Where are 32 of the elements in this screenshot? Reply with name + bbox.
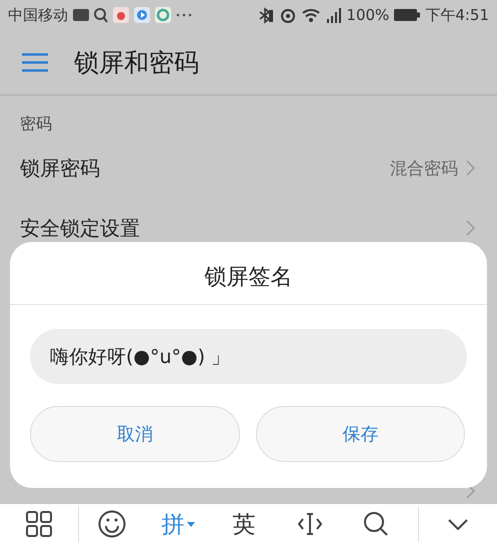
input-mode-tab[interactable]: 英 [232, 508, 256, 540]
keyboard-icon [73, 9, 89, 21]
grid-icon[interactable] [26, 511, 52, 537]
emoji-icon[interactable] [98, 510, 126, 538]
clock-time: 下午4:51 [425, 6, 489, 24]
chevron-right-icon [466, 220, 475, 236]
setting-label[interactable]: 安全锁定设置 [20, 214, 140, 242]
battery-percent: 100% [346, 6, 390, 24]
cancel-button[interactable]: 取消 [30, 406, 240, 462]
more-icon [176, 13, 192, 17]
bluetooth-icon [258, 6, 274, 24]
signal-icon [325, 8, 342, 22]
signature-field[interactable]: 嗨你好呀(●°u°●) 」 [30, 329, 467, 384]
chevron-right-icon [466, 160, 475, 176]
battery-icon [394, 9, 420, 21]
play-icon [134, 7, 150, 23]
cursor-icon[interactable] [297, 512, 323, 536]
app-icon [113, 7, 129, 23]
setting-value: 混合密码 [390, 158, 458, 180]
input-mode-tab[interactable]: 拼 [162, 508, 194, 540]
save-button[interactable]: 保存 [256, 406, 465, 462]
search-icon [94, 8, 108, 22]
wifi-icon [302, 8, 320, 22]
dialog-title: 锁屏签名 [204, 264, 294, 292]
page-title: 锁屏和密码 [74, 46, 199, 78]
section-header: 密码 [19, 113, 53, 135]
caret-icon [186, 522, 194, 526]
app-icon [155, 7, 171, 23]
search-icon[interactable] [363, 511, 389, 537]
carrier-name: 中国移动 [8, 6, 68, 24]
setting-label[interactable]: 锁屏密码 [20, 154, 100, 182]
chevron-down-icon[interactable] [448, 518, 468, 530]
